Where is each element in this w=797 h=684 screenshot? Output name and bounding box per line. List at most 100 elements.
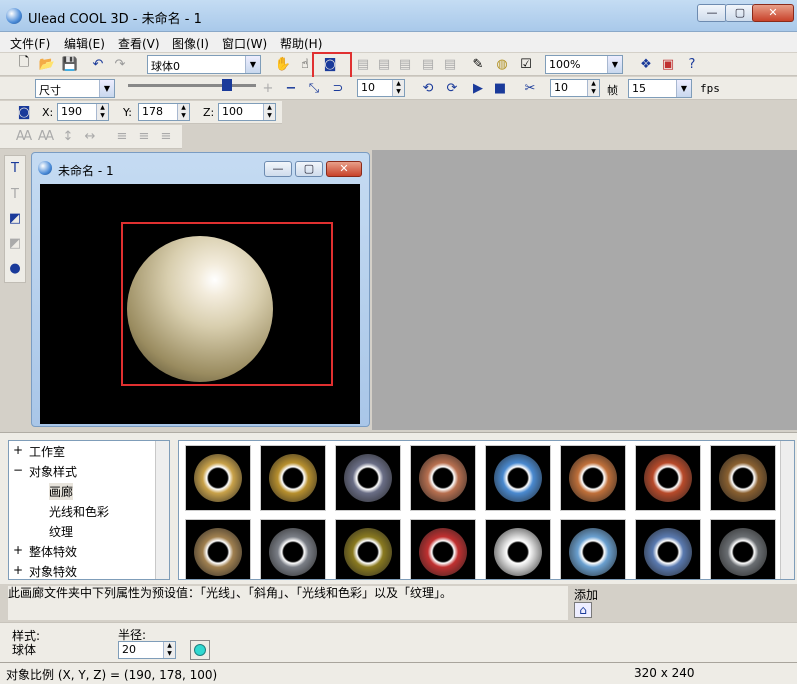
align-text-left-icon[interactable]: ≡ [112, 126, 132, 146]
text-ab-icon[interactable]: Ꜳ [14, 126, 34, 146]
doc-close-button[interactable]: ✕ [326, 161, 362, 177]
tree-expander[interactable]: + [13, 443, 23, 457]
save-icon[interactable]: 💾 [60, 54, 80, 74]
render-canvas[interactable] [40, 184, 360, 424]
align-text-center-icon[interactable]: ≡ [134, 126, 154, 146]
frame-number-field[interactable]: 10 ▲ ▼ [357, 79, 405, 97]
loop-back-icon[interactable]: ⊃ [328, 78, 348, 98]
frame-count-field[interactable]: 10 ▲ ▼ [550, 79, 600, 97]
gallery-thumb[interactable] [710, 445, 776, 511]
pick-tool-icon[interactable]: ✎ [468, 54, 488, 74]
tree-item-texture[interactable]: 纹理 [49, 523, 73, 540]
menu-help[interactable]: 帮助(H) [280, 35, 322, 52]
y-field[interactable]: 178 ▲ ▼ [138, 103, 190, 121]
menu-view[interactable]: 查看(V) [118, 35, 160, 52]
hand-move-icon[interactable]: ✋ [273, 54, 293, 74]
tree-item-light-color[interactable]: 光线和色彩 [49, 503, 109, 520]
doc-maximize-button[interactable]: ▢ [295, 161, 323, 177]
gallery-thumb[interactable] [560, 445, 626, 511]
menu-file[interactable]: 文件(F) [10, 35, 50, 52]
tree-expander[interactable]: + [13, 563, 23, 577]
tree-scrollbar[interactable] [155, 441, 169, 579]
undo-icon[interactable]: ↶ [88, 54, 108, 74]
globe-icon[interactable]: ◍ [492, 54, 512, 74]
align-text-right-icon[interactable]: ≡ [156, 126, 176, 146]
checkbox-icon[interactable]: ☑ [516, 54, 536, 74]
edit-text-icon[interactable]: T [5, 184, 25, 204]
x-label: X: [42, 106, 54, 119]
radius-field[interactable]: 20 ▲ ▼ [118, 641, 176, 659]
play-icon[interactable]: ▶ [468, 78, 488, 98]
gallery-icon[interactable]: ▣ [658, 54, 678, 74]
donut-preview [419, 454, 467, 502]
gallery-thumb[interactable] [185, 519, 251, 579]
fps-select[interactable]: 15 ▼ [628, 79, 692, 98]
z-field[interactable]: 100 ▲ ▼ [218, 103, 276, 121]
flip-keyframe-icon[interactable]: ⤡ [304, 78, 324, 98]
new-file-icon[interactable]: 🗋 [14, 54, 34, 74]
align-top-icon[interactable]: ▤ [353, 54, 373, 74]
close-button[interactable]: ✕ [752, 4, 794, 22]
category-tree[interactable]: + 工作室 − 对象样式 画廊 光线和色彩 纹理 + 整体特效 + 对象特效 [8, 440, 170, 580]
tree-item-object-style[interactable]: 对象样式 [29, 463, 77, 480]
plugin-icon[interactable]: ❖ [636, 54, 656, 74]
gallery-scrollbar[interactable] [780, 441, 794, 579]
object-select[interactable]: 球体0 ▼ [147, 55, 261, 74]
object-scale-mode-icon[interactable]: ◙ [14, 102, 34, 122]
menu-window[interactable]: 窗口(W) [222, 35, 267, 52]
tree-expander[interactable]: + [13, 543, 23, 557]
open-folder-icon[interactable]: 📂 [37, 54, 57, 74]
stop-icon[interactable]: ■ [490, 78, 510, 98]
add-to-gallery-button[interactable]: ⌂ [574, 602, 592, 618]
text-ab-small-icon[interactable]: Ꜳ [36, 126, 56, 146]
smooth-icon[interactable]: ✂ [520, 78, 540, 98]
menu-edit[interactable]: 编辑(E) [64, 35, 105, 52]
remove-keyframe-icon[interactable]: − [281, 78, 301, 98]
align-bottom-icon[interactable]: ▤ [395, 54, 415, 74]
color-button[interactable] [190, 640, 210, 660]
tree-item-global-fx[interactable]: 整体特效 [29, 543, 77, 560]
tree-expander[interactable]: − [13, 463, 23, 477]
redo-icon[interactable]: ↷ [110, 54, 130, 74]
gallery-thumb[interactable] [260, 519, 326, 579]
gallery-thumb[interactable] [710, 519, 776, 579]
loop-icon[interactable]: ⟳ [442, 78, 462, 98]
menu-image[interactable]: 图像(I) [172, 35, 209, 52]
timeline-slider-thumb[interactable] [222, 79, 232, 91]
align-left-icon[interactable]: ▤ [418, 54, 438, 74]
gallery-thumb[interactable] [485, 445, 551, 511]
tree-item-object-fx[interactable]: 对象特效 [29, 563, 77, 580]
align-right-icon[interactable]: ▤ [440, 54, 460, 74]
doc-minimize-button[interactable]: — [264, 161, 292, 177]
text-kerning-icon[interactable]: ↔ [80, 126, 100, 146]
minimize-button[interactable]: — [697, 4, 727, 22]
tree-item-studio[interactable]: 工作室 [29, 443, 65, 460]
gallery-thumb[interactable] [260, 445, 326, 511]
zoom-select[interactable]: 100% ▼ [545, 55, 623, 74]
add-keyframe-icon[interactable]: + [258, 78, 278, 98]
insert-geometry-icon[interactable]: ◩ [5, 208, 25, 228]
insert-text-icon[interactable]: T [5, 158, 25, 178]
align-middle-icon[interactable]: ▤ [374, 54, 394, 74]
tree-item-gallery[interactable]: 画廊 [49, 483, 74, 500]
gallery-thumb[interactable] [635, 519, 701, 579]
gallery-thumb[interactable] [635, 445, 701, 511]
gallery-thumb[interactable] [335, 445, 401, 511]
edit-graphic-icon[interactable]: ◩ [5, 233, 25, 253]
gallery-thumb[interactable] [335, 519, 401, 579]
attribute-select[interactable]: 尺寸 ▼ [35, 79, 115, 98]
text-spacing-icon[interactable]: ↕ [58, 126, 78, 146]
timeline-slider[interactable] [128, 84, 256, 87]
x-field[interactable]: 190 ▲ ▼ [57, 103, 109, 121]
position-toolbar: ◙ X: 190 ▲ ▼ Y: 178 ▲ ▼ Z: 100 ▲ ▼ [0, 101, 282, 124]
maximize-button[interactable]: ▢ [725, 4, 755, 22]
gallery-thumb[interactable] [485, 519, 551, 579]
repeat-icon[interactable]: ⟲ [418, 78, 438, 98]
gallery-thumb[interactable] [410, 445, 476, 511]
gallery-thumb[interactable] [410, 519, 476, 579]
object-scale-icon[interactable]: ◙ [320, 54, 340, 74]
insert-shape-icon[interactable]: ● [5, 258, 25, 278]
gallery-thumb[interactable] [185, 445, 251, 511]
gallery-thumb[interactable] [560, 519, 626, 579]
context-help-icon[interactable]: ? [682, 54, 702, 74]
